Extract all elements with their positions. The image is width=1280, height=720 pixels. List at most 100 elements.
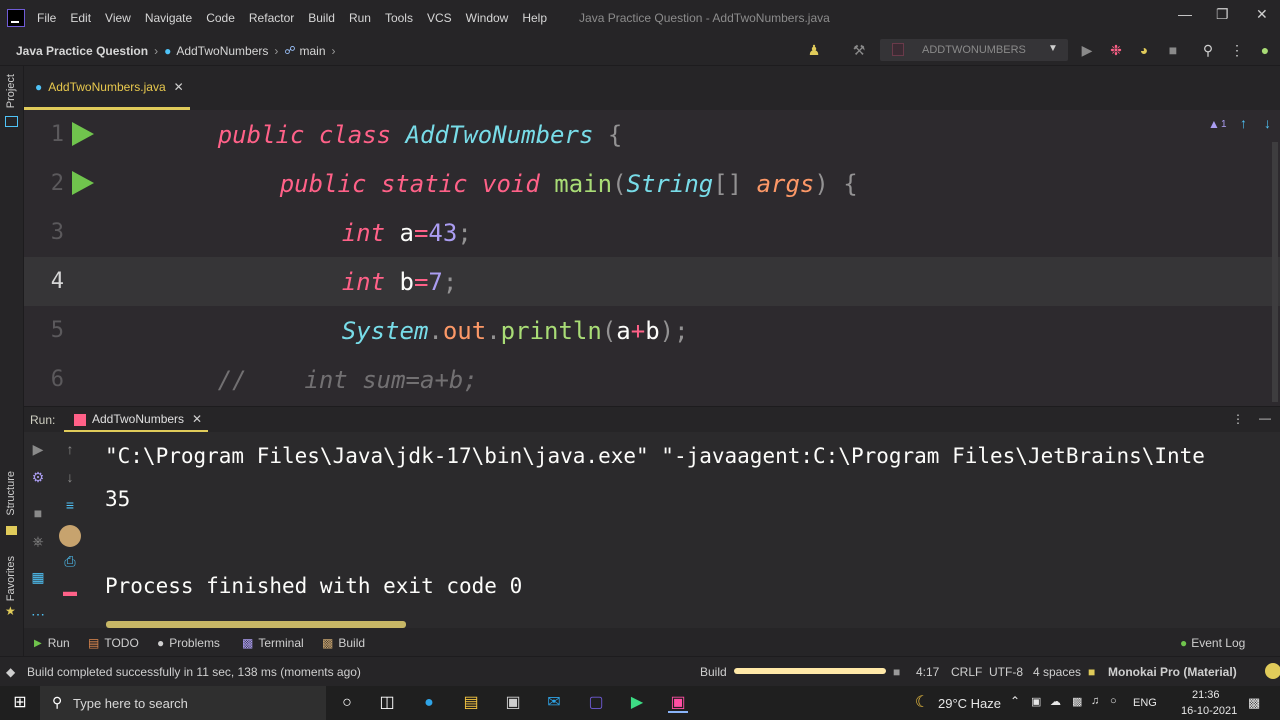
- caret-position[interactable]: 4:17: [916, 665, 939, 679]
- menu-build[interactable]: Build: [308, 11, 335, 25]
- chevron-right-icon: ›: [331, 43, 336, 58]
- notification-icon[interactable]: [1265, 663, 1280, 679]
- build-status-icon: ◆: [6, 665, 16, 679]
- breadcrumb-class[interactable]: AddTwoNumbers: [176, 44, 268, 58]
- stop-icon[interactable]: ■: [1165, 42, 1181, 58]
- lock-icon[interactable]: ■: [1088, 665, 1095, 679]
- trash-icon[interactable]: ▬: [61, 583, 79, 599]
- line-number: 2: [50, 171, 64, 196]
- edge-icon[interactable]: ●: [419, 693, 439, 713]
- rerun-icon[interactable]: ▶: [29, 441, 47, 458]
- breadcrumb-method[interactable]: main: [300, 44, 326, 58]
- status-message[interactable]: Build completed successfully in 11 sec, …: [27, 665, 361, 679]
- minimize-icon[interactable]: —: [1178, 6, 1192, 22]
- menu-code[interactable]: Code: [206, 11, 235, 25]
- warning-icon[interactable]: ▲: [1208, 117, 1220, 131]
- menu-navigate[interactable]: Navigate: [145, 11, 192, 25]
- editor-scrollbar[interactable]: [1272, 142, 1278, 402]
- plugin-icon[interactable]: ●: [1257, 42, 1273, 58]
- run-configuration-label: ADDTWONUMBERS: [922, 44, 1026, 56]
- cloud-icon[interactable]: ☁: [1050, 695, 1061, 708]
- notification-center-icon[interactable]: ▩: [1248, 695, 1260, 711]
- store-icon[interactable]: ▣: [503, 693, 523, 713]
- menu-refactor[interactable]: Refactor: [249, 11, 294, 25]
- indent-setting[interactable]: 4 spaces: [1033, 665, 1081, 679]
- theme-name[interactable]: Monokai Pro (Material): [1108, 665, 1237, 679]
- arrow-up-icon[interactable]: ↑: [1240, 115, 1247, 131]
- tool-tab-terminal[interactable]: ▩ Terminal: [242, 636, 304, 650]
- arrow-up-icon[interactable]: ↑: [61, 441, 79, 457]
- line-separator[interactable]: CRLF: [951, 665, 982, 679]
- run-icon[interactable]: ▶: [1079, 42, 1095, 58]
- maximize-icon[interactable]: ❐: [1216, 6, 1229, 23]
- debug-icon[interactable]: ❉: [1108, 42, 1124, 58]
- menu-tools[interactable]: Tools: [385, 11, 413, 25]
- weather-text[interactable]: 29°C Haze: [938, 696, 1001, 711]
- arrow-down-icon[interactable]: ↓: [61, 469, 79, 485]
- menu-run[interactable]: Run: [349, 11, 371, 25]
- menu-vcs[interactable]: VCS: [427, 11, 452, 25]
- plug-icon[interactable]: ⎈: [29, 533, 47, 550]
- taskbar-search-input[interactable]: ⚲ Type here to search: [40, 686, 326, 720]
- favorites-tool-tab[interactable]: Favorites: [5, 556, 17, 601]
- coverage-icon[interactable]: ◕: [1136, 42, 1152, 58]
- menu-view[interactable]: View: [105, 11, 131, 25]
- menu-window[interactable]: Window: [466, 11, 509, 25]
- more-horizontal-icon[interactable]: ⋯: [29, 606, 47, 623]
- clock-time[interactable]: 21:36: [1192, 689, 1220, 701]
- tool-tab-label: Terminal: [258, 636, 304, 650]
- horizontal-scrollbar[interactable]: [106, 621, 406, 628]
- tab-run-addtwonumbers[interactable]: AddTwoNumbers ✕: [64, 407, 208, 433]
- close-icon[interactable]: ✕: [1256, 6, 1268, 23]
- menu-edit[interactable]: Edit: [70, 11, 91, 25]
- print-icon[interactable]: ⎙: [61, 553, 79, 570]
- globe-icon[interactable]: ○: [1110, 695, 1117, 707]
- run-gutter-icon[interactable]: [72, 122, 94, 146]
- clock-date[interactable]: 16-10-2021: [1181, 705, 1237, 717]
- cortana-icon[interactable]: ○: [337, 693, 357, 713]
- tab-addtwonumbers-java[interactable]: ● AddTwoNumbers.java ✕: [24, 66, 190, 110]
- tool-tab-problems[interactable]: ● Problems: [157, 636, 220, 650]
- hammer-icon[interactable]: ⚒: [851, 42, 867, 58]
- tool-tab-event-log[interactable]: ● Event Log: [1180, 636, 1245, 650]
- stop-icon[interactable]: ■: [29, 505, 47, 521]
- code-editor[interactable]: 1 public class AddTwoNumbers { 2 public …: [24, 110, 1280, 406]
- close-tab-icon[interactable]: ✕: [192, 412, 202, 426]
- more-vertical-icon[interactable]: ⋮: [1229, 42, 1245, 58]
- search-icon[interactable]: ⚲: [1200, 42, 1216, 58]
- tool-tab-todo[interactable]: ▤ TODO: [88, 636, 139, 650]
- windows-start-icon[interactable]: ⊞: [10, 693, 30, 713]
- tool-tab-run[interactable]: ▶ Run: [34, 636, 70, 650]
- menu-help[interactable]: Help: [522, 11, 547, 25]
- run-gutter-icon[interactable]: [72, 171, 94, 195]
- language-indicator[interactable]: ENG: [1133, 697, 1157, 709]
- menu-file[interactable]: File: [37, 11, 56, 25]
- run-configuration-select[interactable]: ADDTWONUMBERS ▼: [880, 39, 1068, 61]
- close-tab-icon[interactable]: ✕: [174, 80, 184, 94]
- settings-icon[interactable]: ⚙: [29, 469, 47, 486]
- tray-icon[interactable]: ▣: [1031, 695, 1041, 708]
- breadcrumb-project[interactable]: Java Practice Question: [16, 44, 148, 58]
- soft-wrap-icon[interactable]: ≡: [61, 497, 79, 513]
- minimize-panel-icon[interactable]: —: [1259, 411, 1271, 425]
- speaker-icon[interactable]: ♫: [1091, 695, 1099, 707]
- chevron-up-icon[interactable]: ⌃: [1010, 694, 1020, 708]
- more-vertical-icon[interactable]: ⋮: [1232, 412, 1244, 426]
- pycharm-icon[interactable]: ▶: [627, 693, 647, 713]
- task-view-icon[interactable]: ◫: [377, 693, 397, 713]
- network-icon[interactable]: ▩: [1072, 695, 1082, 708]
- file-explorer-icon[interactable]: ▤: [461, 693, 481, 713]
- arrow-down-icon[interactable]: ↓: [1264, 115, 1271, 131]
- structure-tool-tab[interactable]: Structure: [5, 471, 17, 516]
- cancel-build-icon[interactable]: ■: [893, 665, 900, 679]
- visual-studio-icon[interactable]: ▢: [586, 693, 606, 713]
- intellij-idea-icon[interactable]: ▣: [668, 693, 688, 713]
- tool-tab-build[interactable]: ▩ Build: [322, 636, 365, 650]
- run-panel-label: Run:: [30, 413, 56, 427]
- file-encoding[interactable]: UTF-8: [989, 665, 1023, 679]
- console-output[interactable]: "C:\Program Files\Java\jdk-17\bin\java.e…: [90, 432, 1280, 628]
- project-tool-tab[interactable]: Project: [5, 74, 17, 108]
- layout-icon[interactable]: ▦: [29, 569, 47, 586]
- mail-icon[interactable]: ✉: [544, 693, 564, 713]
- users-icon[interactable]: ♟: [806, 42, 822, 58]
